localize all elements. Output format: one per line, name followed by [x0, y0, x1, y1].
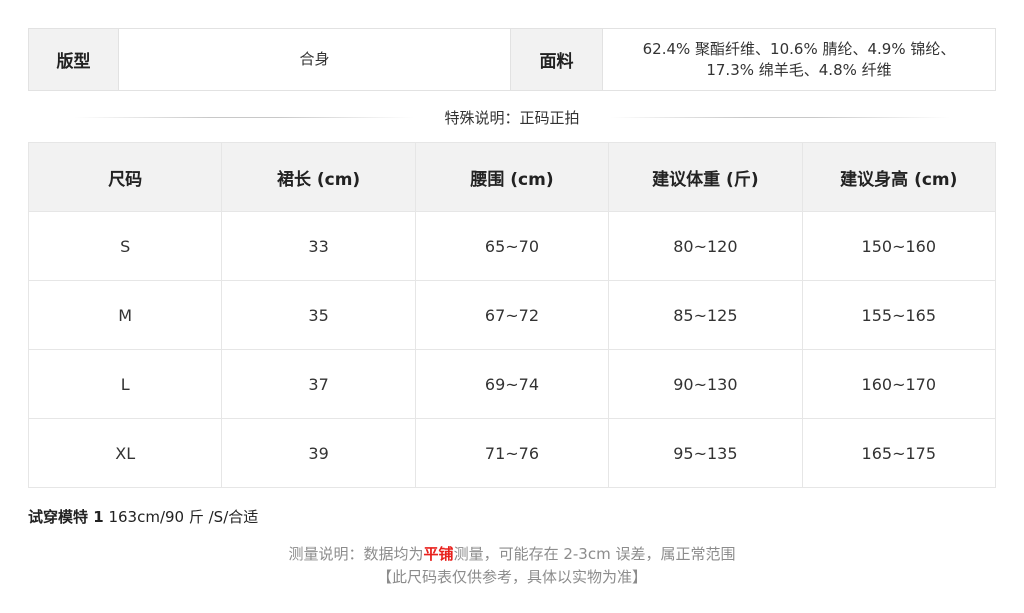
fit-model-label: 试穿模特 1: [28, 508, 104, 526]
table-cell: 80~120: [608, 211, 803, 281]
table-cell: 33: [221, 211, 416, 281]
table-cell: S: [27, 211, 223, 281]
table-cell: 90~130: [608, 349, 803, 419]
table-cell: L: [27, 349, 223, 419]
table-row: XL 39 71~76 95~135 165~175: [27, 418, 997, 488]
size-table: 尺码 裙长 (cm) 腰围 (cm) 建议体重 (斤) 建议身高 (cm) S …: [27, 142, 997, 488]
table-cell: 65~70: [414, 211, 610, 281]
fit-model-info: 试穿模特 1 163cm/90 斤 /S/合适: [28, 506, 258, 527]
table-cell: 165~175: [801, 418, 997, 488]
table-cell: 95~135: [608, 418, 803, 488]
fabric-line-1: 62.4% 聚酯纤维、10.6% 腈纶、4.9% 锦纶、: [642, 39, 956, 58]
table-row: M 35 67~72 85~125 155~165: [27, 280, 997, 350]
header-skirt-length: 裙长 (cm): [221, 142, 416, 212]
special-note-row: 特殊说明：正码正拍: [28, 104, 996, 130]
size-table-header: 尺码 裙长 (cm) 腰围 (cm) 建议体重 (斤) 建议身高 (cm): [27, 142, 997, 212]
table-cell: 155~165: [801, 280, 997, 350]
product-info-table: 版型 合身 面料 62.4% 聚酯纤维、10.6% 腈纶、4.9% 锦纶、 17…: [28, 28, 996, 91]
fabric-label: 面料: [511, 29, 603, 90]
table-cell: 39: [221, 418, 416, 488]
reference-note: 【此尺码表仅供参考，具体以实物为准】: [376, 568, 647, 586]
table-cell: 160~170: [801, 349, 997, 419]
table-cell: 37: [221, 349, 416, 419]
divider-left: [74, 116, 415, 118]
table-cell: 35: [221, 280, 416, 350]
header-height: 建议身高 (cm): [801, 142, 997, 212]
table-cell: 67~72: [414, 280, 610, 350]
fit-model-value: 163cm/90 斤 /S/合适: [108, 508, 259, 526]
table-cell: M: [27, 280, 223, 350]
fit-value: 合身: [119, 29, 511, 90]
table-row: S 33 65~70 80~120 150~160: [27, 211, 997, 281]
header-size: 尺码: [27, 142, 223, 212]
header-weight: 建议体重 (斤): [608, 142, 803, 212]
table-cell: 150~160: [801, 211, 997, 281]
table-row: L 37 69~74 90~130 160~170: [27, 349, 997, 419]
fabric-value: 62.4% 聚酯纤维、10.6% 腈纶、4.9% 锦纶、 17.3% 绵羊毛、4…: [603, 29, 995, 90]
header-waist: 腰围 (cm): [414, 142, 610, 212]
table-cell: 69~74: [414, 349, 610, 419]
table-cell: 71~76: [414, 418, 610, 488]
fabric-line-2: 17.3% 绵羊毛、4.8% 纤维: [706, 60, 892, 79]
special-note: 特殊说明：正码正拍: [444, 108, 580, 127]
table-cell: 85~125: [608, 280, 803, 350]
table-cell: XL: [27, 418, 223, 488]
measure-note-suffix: 测量，可能存在 2-3cm 误差，属正常范围: [453, 545, 736, 563]
fit-label: 版型: [29, 29, 119, 90]
measure-note-highlight: 平铺: [423, 545, 454, 563]
divider-right: [609, 116, 950, 118]
measure-note: 测量说明：数据均为平铺测量，可能存在 2-3cm 误差，属正常范围: [0, 543, 1024, 564]
measure-note-prefix: 测量说明：数据均为: [288, 545, 424, 563]
